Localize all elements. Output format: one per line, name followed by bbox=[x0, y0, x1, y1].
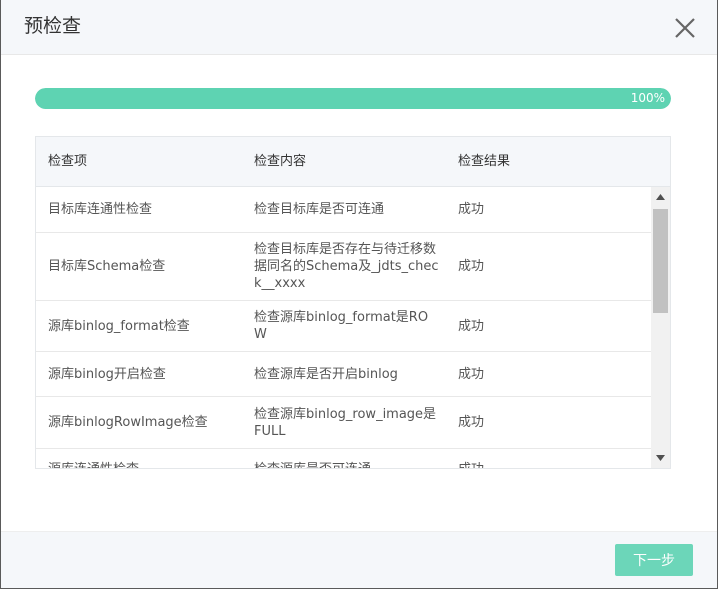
triangle-up-icon bbox=[656, 194, 665, 200]
cell-result: 成功 bbox=[458, 259, 485, 274]
precheck-dialog: 预检查 100% 检查项 检查内容 检查结果 目标库连通性检查 检查目标库是否可… bbox=[1, 0, 717, 588]
cell-result: 成功 bbox=[458, 318, 485, 334]
table-row: 目标库连通性检查 检查目标库是否可连通 成功 bbox=[36, 187, 651, 233]
table-row: 源库连通性检查 检查源库是否可连通 成功 bbox=[36, 449, 651, 468]
table-row: 源库binlog_format检查 检查源库binlog_format是ROW … bbox=[36, 301, 651, 352]
dialog-header: 预检查 bbox=[1, 0, 717, 55]
dialog-title: 预检查 bbox=[24, 15, 82, 37]
column-header-item: 检查项 bbox=[48, 154, 88, 169]
close-button[interactable] bbox=[671, 14, 699, 42]
scrollbar-thumb[interactable] bbox=[653, 209, 668, 313]
cell-content: 检查目标库是否存在与待迁移数据同名的Schema及_jdts_check__xx… bbox=[254, 242, 439, 291]
cell-content: 检查源库是否可连通 bbox=[254, 449, 440, 468]
table-scrollbar[interactable] bbox=[651, 187, 670, 468]
cell-item: 目标库连通性检查 bbox=[48, 202, 153, 217]
progress-fill bbox=[35, 88, 671, 109]
cell-item: 源库binlog开启检查 bbox=[48, 366, 166, 382]
cell-item: 源库binlog_format检查 bbox=[48, 318, 190, 334]
cell-item: 目标库Schema检查 bbox=[48, 259, 166, 274]
triangle-down-icon bbox=[656, 455, 665, 461]
close-icon bbox=[675, 18, 695, 38]
table-row: 源库binlogRowImage检查 检查源库binlog_row_image是… bbox=[36, 397, 651, 449]
cell-item: 源库binlogRowImage检查 bbox=[48, 415, 208, 430]
cell-result: 成功 bbox=[458, 415, 485, 430]
table-body[interactable]: 目标库连通性检查 检查目标库是否可连通 成功 目标库Schema检查 检查目标库… bbox=[36, 187, 651, 468]
cell-content: 检查源库binlog_format是ROW bbox=[254, 310, 429, 342]
cell-result: 成功 bbox=[458, 449, 608, 468]
cell-result: 成功 bbox=[458, 202, 485, 217]
scroll-down-button[interactable] bbox=[651, 448, 670, 468]
table-header: 检查项 检查内容 检查结果 bbox=[36, 137, 670, 187]
table-row: 目标库Schema检查 检查目标库是否存在与待迁移数据同名的Schema及_jd… bbox=[36, 233, 651, 301]
cell-result: 成功 bbox=[458, 366, 485, 382]
check-table: 检查项 检查内容 检查结果 目标库连通性检查 检查目标库是否可连通 成功 目标库… bbox=[35, 136, 671, 469]
scroll-up-button[interactable] bbox=[651, 187, 670, 207]
cell-content: 检查目标库是否可连通 bbox=[254, 202, 385, 217]
cell-content: 检查源库是否开启binlog bbox=[254, 366, 398, 382]
next-step-button[interactable]: 下一步 bbox=[615, 544, 693, 576]
cell-item: 源库连通性检查 bbox=[48, 449, 248, 468]
dialog-footer: 下一步 bbox=[1, 531, 717, 588]
table-row: 源库binlog开启检查 检查源库是否开启binlog 成功 bbox=[36, 352, 651, 397]
column-header-content: 检查内容 bbox=[254, 154, 307, 169]
progress-label: 100% bbox=[630, 91, 665, 105]
progress-bar: 100% bbox=[35, 88, 671, 109]
cell-content: 检查源库binlog_row_image是FULL bbox=[254, 406, 437, 439]
column-header-result: 检查结果 bbox=[458, 154, 511, 169]
